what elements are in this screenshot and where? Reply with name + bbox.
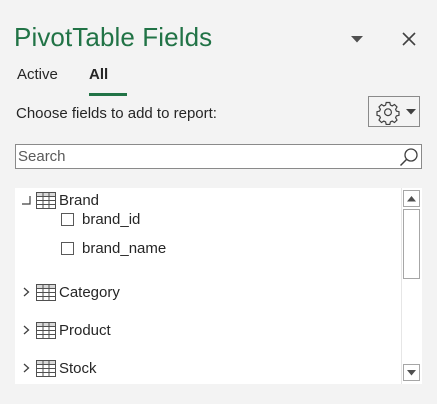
chevron-down-icon — [406, 108, 416, 114]
field-checkbox[interactable] — [61, 241, 74, 255]
table-name: Brand — [59, 191, 100, 209]
scroll-up-button[interactable] — [403, 190, 420, 207]
expand-icon[interactable] — [17, 359, 35, 377]
tab-active[interactable]: Active — [17, 66, 58, 83]
field-row-brand-id[interactable]: brand_id — [61, 207, 140, 231]
table-name: Product — [59, 321, 111, 339]
close-button[interactable] — [398, 28, 420, 50]
table-icon — [35, 359, 57, 377]
table-row-product[interactable]: Product — [17, 318, 111, 342]
collapse-icon[interactable] — [17, 191, 35, 209]
pane-title: PivotTable Fields — [14, 22, 213, 52]
table-name: Category — [59, 283, 120, 301]
scroll-up-icon — [407, 195, 416, 201]
settings-button[interactable] — [368, 96, 420, 127]
pane-options-dropdown[interactable] — [349, 32, 365, 46]
table-row-stock[interactable]: Stock — [17, 356, 97, 380]
field-row-brand-name[interactable]: brand_name — [61, 236, 166, 260]
field-checkbox[interactable] — [61, 212, 74, 226]
table-icon — [35, 283, 57, 301]
search-icon[interactable] — [398, 146, 420, 168]
tab-all[interactable]: All — [89, 66, 108, 83]
table-icon — [35, 191, 57, 209]
search-input[interactable] — [16, 145, 398, 168]
gear-icon — [376, 101, 400, 125]
field-list: Brand brand_id brand_name Category Produ… — [15, 188, 422, 384]
expand-icon[interactable] — [17, 283, 35, 301]
selected-tab-indicator — [89, 93, 127, 96]
caret-down-icon — [351, 35, 363, 42]
choose-fields-label: Choose fields to add to report: — [16, 105, 217, 122]
close-icon — [402, 32, 416, 46]
scroll-down-icon — [407, 369, 416, 375]
field-name: brand_id — [82, 210, 141, 228]
scroll-thumb[interactable] — [403, 209, 420, 279]
pivottable-fields-pane: PivotTable Fields Active All Choose fiel… — [0, 0, 437, 404]
table-name: Stock — [59, 359, 97, 377]
search-field — [15, 144, 422, 169]
table-icon — [35, 321, 57, 339]
expand-icon[interactable] — [17, 321, 35, 339]
field-name: brand_name — [82, 239, 167, 257]
vertical-scrollbar[interactable] — [401, 188, 422, 384]
scroll-down-button[interactable] — [403, 364, 420, 381]
table-row-category[interactable]: Category — [17, 280, 120, 304]
